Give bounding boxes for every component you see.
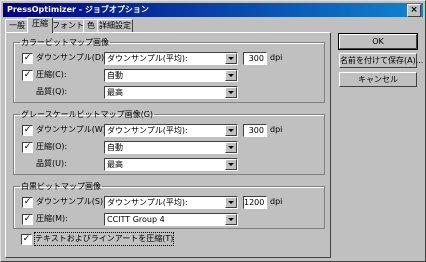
gray-quality-value: 最高 <box>107 160 123 169</box>
mono-resolution-unit: dpi <box>270 197 283 206</box>
gray-resolution-input[interactable]: 300 <box>243 124 267 137</box>
gray-compression-select[interactable]: 自動 <box>104 141 238 154</box>
chevron-down-icon[interactable] <box>225 214 237 225</box>
chevron-down-icon[interactable] <box>225 70 237 81</box>
mono-bitmap-title: 白黒ビットマップ画像 <box>21 182 101 191</box>
tab-advanced[interactable]: 詳細設定 <box>97 19 133 32</box>
gray-quality-select[interactable]: 最高 <box>104 158 238 171</box>
gray-sampling-checkbox[interactable]: ✓ <box>22 125 33 136</box>
gray-sampling-value: ダウンサンプル(平均): <box>107 126 188 135</box>
chevron-down-icon[interactable] <box>225 87 237 98</box>
color-sampling-value: ダウンサンプル(平均): <box>107 54 188 63</box>
color-compression-checkbox[interactable]: ✓ <box>22 70 33 81</box>
chevron-down-icon[interactable] <box>225 53 237 64</box>
mono-sampling-select[interactable]: ダウンサンプル(平均): <box>104 196 238 209</box>
color-sampling-label: ダウンサンプル(D): <box>36 53 107 62</box>
gray-sampling-label: ダウンサンプル(W): <box>36 125 109 134</box>
ok-button[interactable]: OK <box>338 33 418 50</box>
close-button[interactable]: × <box>407 4 421 17</box>
color-compression-value: 自動 <box>107 71 123 80</box>
tab-panel-compression: カラービットマップ画像 ✓ ダウンサンプル(D): ダウンサンプル(平均): 3… <box>5 32 331 258</box>
compress-text-row: ✓ テキストおよびラインアートを圧縮(T) <box>6 232 326 246</box>
chevron-down-icon[interactable] <box>225 159 237 170</box>
gray-compression-checkbox[interactable]: ✓ <box>22 142 33 153</box>
grayscale-bitmap-title: グレースケールビットマップ画像(G) <box>21 110 154 119</box>
mono-bitmap-group: 白黒ビットマップ画像 ✓ ダウンサンプル(S): ダウンサンプル(平均): 12… <box>13 181 325 229</box>
color-quality-label: 品質(Q): <box>36 87 68 96</box>
mono-sampling-checkbox[interactable]: ✓ <box>22 197 33 208</box>
color-quality-value: 最高 <box>107 88 123 97</box>
tab-general[interactable]: 一般 <box>5 19 29 32</box>
tab-fonts[interactable]: フォント <box>51 19 85 32</box>
save-as-button[interactable]: 名前を付けて保存(A)... <box>339 53 423 68</box>
compress-text-label[interactable]: テキストおよびラインアートを圧縮(T) <box>33 232 175 246</box>
tab-compression[interactable]: 圧縮 <box>27 17 53 33</box>
gray-sampling-select[interactable]: ダウンサンプル(平均): <box>104 124 238 137</box>
mono-sampling-value: ダウンサンプル(平均): <box>107 198 188 207</box>
color-quality-select[interactable]: 最高 <box>104 86 238 99</box>
close-icon: × <box>410 5 418 15</box>
gray-quality-label: 品質(U): <box>36 159 67 168</box>
chevron-down-icon[interactable] <box>225 125 237 136</box>
title-bar: PressOptimizer - ジョブオプション × <box>3 3 423 17</box>
color-resolution-unit: dpi <box>270 53 283 62</box>
color-bitmap-group: カラービットマップ画像 ✓ ダウンサンプル(D): ダウンサンプル(平均): 3… <box>13 37 325 103</box>
color-bitmap-title: カラービットマップ画像 <box>21 38 109 47</box>
color-sampling-checkbox[interactable]: ✓ <box>22 53 33 64</box>
grayscale-bitmap-group: グレースケールビットマップ画像(G) ✓ ダウンサンプル(W): ダウンサンプル… <box>13 109 325 175</box>
job-options-dialog: PressOptimizer - ジョブオプション × 一般 圧縮 フォント 色… <box>0 0 426 262</box>
mono-compression-label: 圧縮(M): <box>36 214 68 223</box>
color-resolution-input[interactable]: 300 <box>243 52 267 65</box>
color-sampling-select[interactable]: ダウンサンプル(平均): <box>104 52 238 65</box>
cancel-button[interactable]: キャンセル <box>339 72 417 87</box>
color-compression-select[interactable]: 自動 <box>104 69 238 82</box>
gray-compression-value: 自動 <box>107 143 123 152</box>
mono-compression-checkbox[interactable]: ✓ <box>22 214 33 225</box>
compress-text-checkbox[interactable]: ✓ <box>21 234 32 245</box>
mono-compression-select[interactable]: CCITT Group 4 <box>104 213 238 226</box>
window-title: PressOptimizer - ジョブオプション <box>7 5 149 14</box>
gray-resolution-unit: dpi <box>270 125 283 134</box>
chevron-down-icon[interactable] <box>225 197 237 208</box>
color-compression-label: 圧縮(C): <box>36 70 67 79</box>
mono-resolution-input[interactable]: 1200 <box>243 196 267 209</box>
chevron-down-icon[interactable] <box>225 142 237 153</box>
mono-compression-value: CCITT Group 4 <box>107 215 165 224</box>
mono-sampling-label: ダウンサンプル(S): <box>36 197 106 206</box>
gray-compression-label: 圧縮(O): <box>36 142 68 151</box>
